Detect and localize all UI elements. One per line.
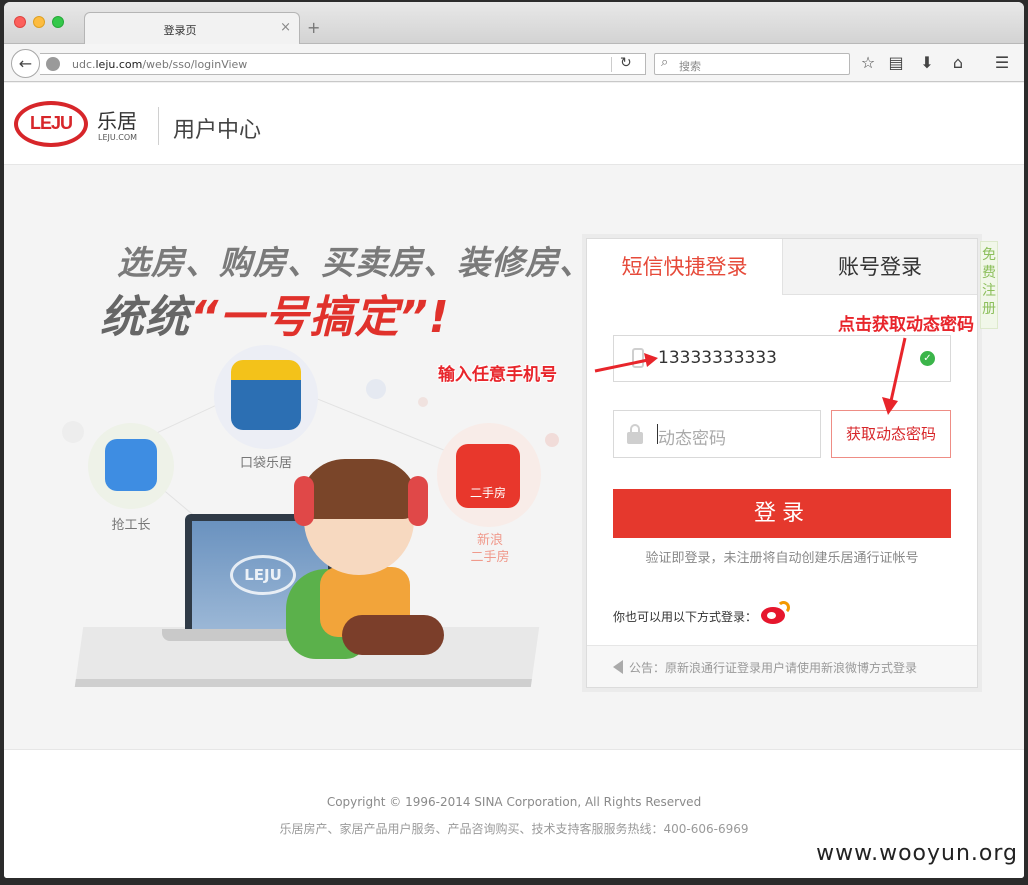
other-login-methods: 你也可以用以下方式登录： bbox=[613, 610, 758, 624]
url-separator bbox=[611, 57, 612, 72]
code-placeholder: 动态密码 bbox=[658, 429, 726, 449]
page-content: LEJU 乐居 LEJU.COM 用户中心 选房、购房、买卖房、装修房、 统统“… bbox=[4, 83, 1024, 878]
back-button[interactable]: ← bbox=[11, 49, 40, 78]
title-bar: 登录页 × + bbox=[4, 2, 1024, 45]
tab-sms-login[interactable]: 短信快捷登录 bbox=[587, 239, 782, 295]
headphone-left bbox=[294, 476, 314, 526]
search-icon: ⌕ bbox=[661, 55, 669, 70]
new-tab-button[interactable]: + bbox=[307, 18, 320, 37]
kid-legs bbox=[342, 615, 444, 655]
tab-title: 登录页 bbox=[163, 24, 197, 37]
annotation-arrow-code bbox=[882, 337, 907, 415]
login-button[interactable]: 登录 bbox=[613, 489, 951, 538]
leju-logo[interactable]: LEJU bbox=[14, 101, 88, 147]
minimize-window-button[interactable] bbox=[33, 16, 45, 28]
browser-tab[interactable]: 登录页 × bbox=[84, 12, 300, 45]
annotation-get-code: 点击获取动态密码 bbox=[838, 315, 974, 335]
download-icon[interactable]: ⬇ bbox=[917, 53, 937, 72]
reading-list-icon[interactable]: ▤ bbox=[886, 53, 906, 72]
url-text: udc.leju.com/web/sso/loginView bbox=[72, 58, 248, 71]
decor-dot bbox=[545, 433, 559, 447]
koudai-leju-icon[interactable] bbox=[231, 360, 301, 430]
speaker-icon bbox=[613, 660, 623, 674]
site-header: LEJU 乐居 LEJU.COM 用户中心 bbox=[4, 83, 1024, 165]
home-icon[interactable]: ⌂ bbox=[948, 53, 968, 72]
login-tabs: 短信快捷登录 账号登录 bbox=[587, 239, 977, 295]
logo-subtitle: LEJU.COM bbox=[98, 133, 138, 142]
decor-dot bbox=[366, 379, 386, 399]
decor-dot bbox=[62, 421, 84, 443]
laptop-logo: LEJU bbox=[230, 555, 296, 595]
watermark: www.wooyun.org bbox=[816, 841, 1018, 866]
login-hint: 验证即登录，未注册将自动创建乐居通行证帐号 bbox=[645, 551, 919, 566]
slogan-line1: 选房、购房、买卖房、装修房、 bbox=[117, 243, 593, 282]
browser-window: 登录页 × + ← udc.leju.com/web/sso/loginView… bbox=[4, 2, 1024, 878]
headphone-right bbox=[408, 476, 428, 526]
logo-text: LEJU bbox=[29, 113, 73, 133]
lock-icon bbox=[627, 424, 643, 444]
check-icon: ✓ bbox=[920, 351, 935, 366]
qianggongzhang-icon[interactable] bbox=[105, 439, 157, 491]
search-box[interactable]: ⌕ 搜索 bbox=[654, 53, 850, 75]
service-hotline: 乐居房产、家居产品用户服务、产品咨询购买、技术支持客服服务热线：400-606-… bbox=[279, 822, 749, 836]
bookmark-star-icon[interactable]: ☆ bbox=[858, 53, 878, 72]
notice-text: 公告：原新浪通行证登录用户请使用新浪微博方式登录 bbox=[629, 661, 918, 675]
reload-icon[interactable]: ↻ bbox=[620, 55, 632, 71]
logo-chinese: 乐居 bbox=[97, 109, 137, 133]
decor-dot bbox=[418, 397, 428, 407]
dynamic-code-input[interactable]: 动态密码 bbox=[613, 410, 821, 458]
annotation-input-phone: 输入任意手机号 bbox=[438, 365, 557, 385]
app-label-koudai: 口袋乐居 bbox=[239, 456, 292, 471]
free-register-tab[interactable]: 免费注册 bbox=[980, 241, 998, 329]
address-bar[interactable]: udc.leju.com/web/sso/loginView ↻ bbox=[40, 53, 646, 75]
app-label-ershoufang: 新浪 二手房 bbox=[470, 533, 510, 565]
notice-bar: 公告：原新浪通行证登录用户请使用新浪微博方式登录 bbox=[587, 645, 977, 687]
copyright: Copyright © 1996-2014 SINA Corporation, … bbox=[326, 795, 702, 809]
globe-icon bbox=[46, 57, 60, 71]
close-window-button[interactable] bbox=[14, 16, 26, 28]
page-title: 用户中心 bbox=[173, 118, 262, 143]
menu-icon[interactable]: ☰ bbox=[992, 53, 1012, 72]
navigation-bar: ← udc.leju.com/web/sso/loginView ↻ ⌕ 搜索 … bbox=[4, 44, 1024, 82]
ershoufang-icon[interactable]: 二手房 bbox=[456, 444, 520, 508]
header-divider bbox=[158, 107, 159, 145]
annotation-arrow-phone bbox=[594, 353, 658, 373]
slogan-line2: 统统“一号搞定”! bbox=[100, 292, 450, 343]
tab-account-login[interactable]: 账号登录 bbox=[782, 239, 977, 295]
phone-value: 13333333333 bbox=[658, 348, 777, 368]
zoom-window-button[interactable] bbox=[52, 16, 64, 28]
weibo-icon[interactable] bbox=[761, 601, 791, 625]
kid-hair bbox=[300, 459, 418, 519]
tab-close-icon[interactable]: × bbox=[280, 20, 291, 35]
search-placeholder: 搜索 bbox=[679, 60, 701, 73]
app-label-qianggongzhang: 抢工长 bbox=[111, 518, 151, 533]
